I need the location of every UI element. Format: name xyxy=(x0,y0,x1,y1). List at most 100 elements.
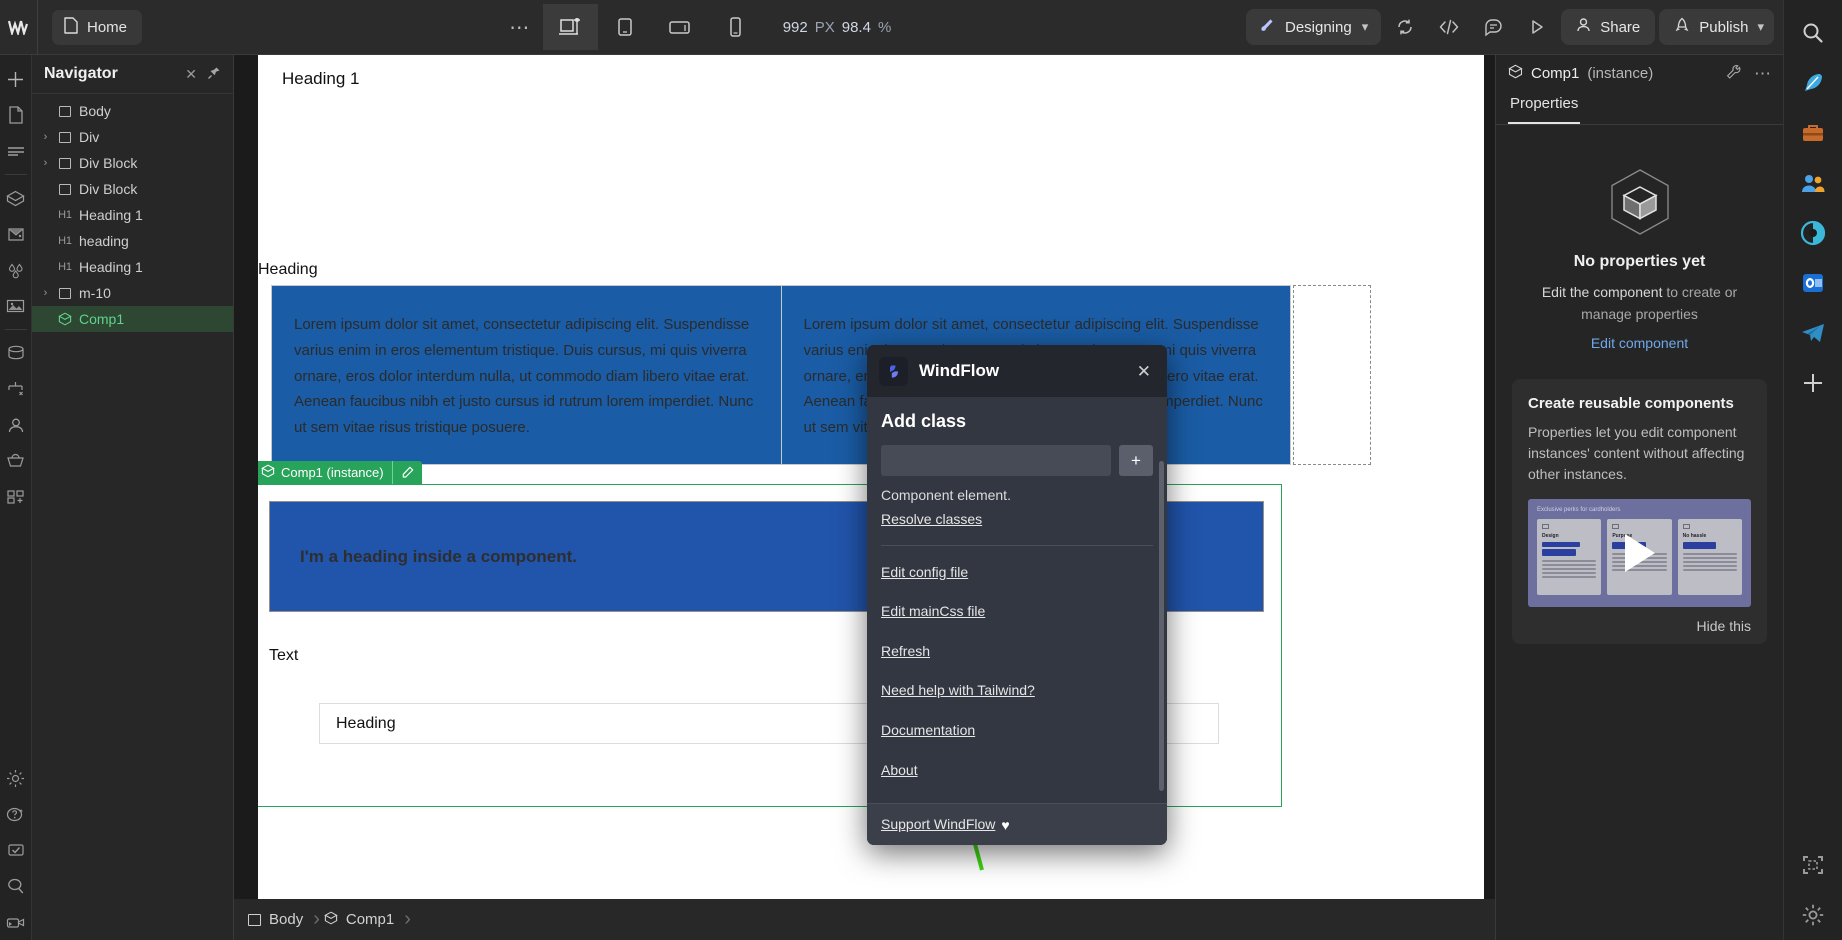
media-image-icon[interactable] xyxy=(1,288,31,324)
edit-config-file-link[interactable]: Edit config file xyxy=(881,559,1153,586)
nav-item-comp1[interactable]: › Comp1 xyxy=(32,306,233,332)
canvas-text-element[interactable]: Text xyxy=(269,647,298,665)
promo-mini-card: Design xyxy=(1537,519,1601,595)
documentation-link[interactable]: Documentation xyxy=(881,717,1153,744)
breadcrumb-item-body[interactable]: Body xyxy=(248,899,313,940)
pencil-edit-icon[interactable] xyxy=(393,466,422,479)
home-button[interactable]: Home xyxy=(52,10,142,45)
nav-item-div[interactable]: › Div xyxy=(32,124,233,150)
outlook-icon[interactable] xyxy=(1791,258,1835,308)
support-windflow-link[interactable]: Support WindFlow xyxy=(881,811,995,838)
rail-divider xyxy=(5,329,27,330)
publish-button[interactable]: Publish ▾ xyxy=(1659,9,1774,45)
windflow-modal[interactable]: WindFlow ✕ Add class + Component element… xyxy=(867,345,1167,845)
nav-item-heading[interactable]: › H1 heading xyxy=(32,228,233,254)
plus-icon[interactable] xyxy=(1791,358,1835,408)
card-icon xyxy=(1542,524,1549,529)
tab-properties[interactable]: Properties xyxy=(1508,95,1580,124)
mode-selector[interactable]: Designing ▾ xyxy=(1246,9,1381,45)
zoom-value[interactable]: 98.4 xyxy=(842,19,871,36)
modal-scrollbar-thumb[interactable] xyxy=(1159,461,1164,791)
add-class-button[interactable]: + xyxy=(1119,445,1153,476)
viewport-mobile-button[interactable] xyxy=(708,4,763,50)
search-magnifier-icon[interactable] xyxy=(1,868,31,904)
nav-item-div-block-2[interactable]: › Div Block xyxy=(32,176,233,202)
feather-icon[interactable] xyxy=(1791,58,1835,108)
viewport-landscape-button[interactable] xyxy=(653,4,708,50)
ecommerce-icon[interactable] xyxy=(1,443,31,479)
users-icon[interactable] xyxy=(1,407,31,443)
canvas-heading-mid[interactable]: Heading xyxy=(258,261,318,279)
styles-icon[interactable] xyxy=(1,252,31,288)
comment-icon[interactable] xyxy=(1473,7,1513,47)
layers-icon[interactable] xyxy=(1,133,31,169)
wrench-icon[interactable] xyxy=(1726,64,1742,83)
components-icon[interactable] xyxy=(1,180,31,216)
video-camera-icon[interactable] xyxy=(1,904,31,940)
add-class-input[interactable] xyxy=(881,445,1111,476)
more-horizontal-icon[interactable]: ⋯ xyxy=(1754,65,1771,82)
apps-add-icon[interactable] xyxy=(1,479,31,515)
nav-item-label: Heading 1 xyxy=(79,207,143,223)
pages-icon[interactable] xyxy=(1,97,31,133)
canvas-column-left[interactable]: Lorem ipsum dolor sit amet, consectetur … xyxy=(272,286,782,464)
edit-maincss-file-link[interactable]: Edit mainCss file xyxy=(881,598,1153,625)
add-plus-icon[interactable] xyxy=(1,61,31,97)
nav-item-heading-1-a[interactable]: › H1 Heading 1 xyxy=(32,202,233,228)
settings-gear-icon[interactable] xyxy=(1,760,31,796)
search-icon[interactable] xyxy=(1791,8,1835,58)
expand-caret-icon[interactable]: › xyxy=(40,131,51,143)
h1-icon: H1 xyxy=(57,235,73,247)
telegram-icon[interactable] xyxy=(1791,308,1835,358)
audit-checklist-icon[interactable] xyxy=(1,832,31,868)
viewport-size-readout: 992 PX 98.4 % xyxy=(783,19,892,36)
more-options-button[interactable]: ⋯ xyxy=(497,7,543,47)
play-icon[interactable] xyxy=(1625,534,1655,572)
viewport-desktop-button[interactable] xyxy=(543,4,598,50)
preview-play-icon[interactable] xyxy=(1517,7,1557,47)
close-icon[interactable]: ✕ xyxy=(185,67,197,81)
hide-promo-button[interactable]: Hide this xyxy=(1528,618,1751,634)
nav-item-label: heading xyxy=(79,233,129,249)
canvas-heading-field-text: Heading xyxy=(336,715,396,733)
nav-item-heading-1-b[interactable]: › H1 Heading 1 xyxy=(32,254,233,280)
people-icon[interactable] xyxy=(1791,158,1835,208)
breadcrumb-label: Comp1 xyxy=(346,911,394,928)
assets-icon[interactable] xyxy=(1,216,31,252)
share-button[interactable]: Share xyxy=(1561,9,1655,45)
cms-database-icon[interactable] xyxy=(1,335,31,371)
sync-icon[interactable] xyxy=(1385,7,1425,47)
windflow-modal-body: Add class + Component element. Resolve c… xyxy=(867,397,1167,845)
briefcase-icon[interactable] xyxy=(1791,108,1835,158)
promo-video-thumbnail[interactable]: Exclusive perks for cardholders Design P… xyxy=(1528,499,1751,607)
refresh-link[interactable]: Refresh xyxy=(881,638,1153,665)
screenshot-icon[interactable] xyxy=(1791,840,1835,890)
card-icon xyxy=(1612,524,1619,529)
breadcrumb-item-comp1[interactable]: Comp1 xyxy=(324,899,404,940)
edit-component-link[interactable]: Edit component xyxy=(1520,335,1759,351)
tailwind-help-link[interactable]: Need help with Tailwind? xyxy=(881,677,1153,704)
settings-gear-icon[interactable] xyxy=(1791,890,1835,940)
logic-icon[interactable] xyxy=(1,371,31,407)
viewport-tablet-button[interactable] xyxy=(598,4,653,50)
about-link[interactable]: About xyxy=(881,757,1153,784)
properties-panel-header: Comp1 (instance) ⋯ xyxy=(1496,55,1783,92)
nav-item-label: Div Block xyxy=(79,181,137,197)
component-instance-badge[interactable]: Comp1 (instance) xyxy=(258,461,422,484)
palette-icon[interactable] xyxy=(1791,208,1835,258)
expand-caret-icon[interactable]: › xyxy=(40,157,51,169)
nav-item-m-10[interactable]: › m-10 xyxy=(32,280,233,306)
close-icon[interactable]: ✕ xyxy=(1133,359,1155,384)
expand-caret-icon[interactable]: › xyxy=(40,287,51,299)
pin-icon[interactable] xyxy=(207,66,221,83)
topbar-left-group: Home xyxy=(38,10,142,45)
help-question-icon[interactable] xyxy=(1,796,31,832)
resolve-classes-link[interactable]: Resolve classes xyxy=(881,506,982,533)
code-icon[interactable] xyxy=(1429,7,1469,47)
nav-item-body[interactable]: › Body xyxy=(32,98,233,124)
nav-item-div-block-1[interactable]: › Div Block xyxy=(32,150,233,176)
component-cube-icon xyxy=(57,312,73,326)
windflow-app-name: WindFlow xyxy=(919,361,999,381)
canvas-empty-placeholder[interactable] xyxy=(1293,285,1371,465)
windflow-logo-icon[interactable] xyxy=(0,0,38,55)
